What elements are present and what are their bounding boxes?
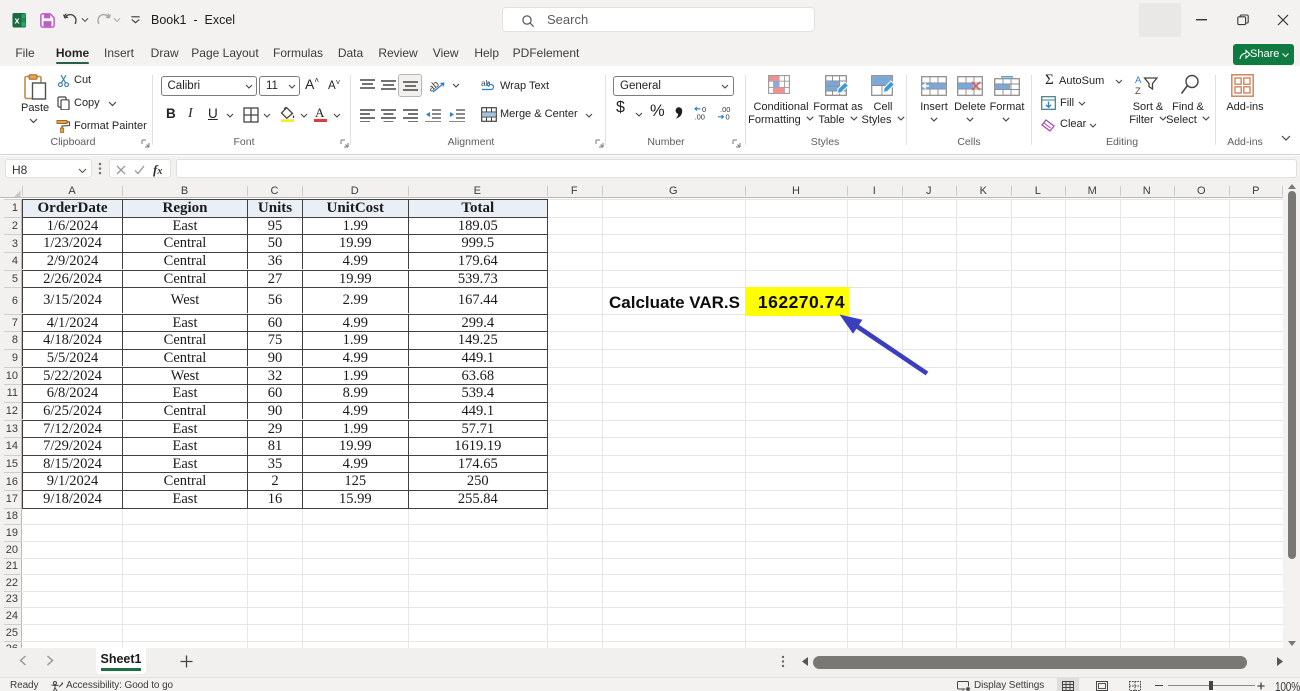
svg-text:0: 0 xyxy=(726,112,730,120)
svg-text:x: x xyxy=(15,16,20,26)
svg-text:A: A xyxy=(1135,75,1142,86)
svg-text:Z: Z xyxy=(1135,86,1141,97)
svg-text:.00: .00 xyxy=(695,112,705,120)
